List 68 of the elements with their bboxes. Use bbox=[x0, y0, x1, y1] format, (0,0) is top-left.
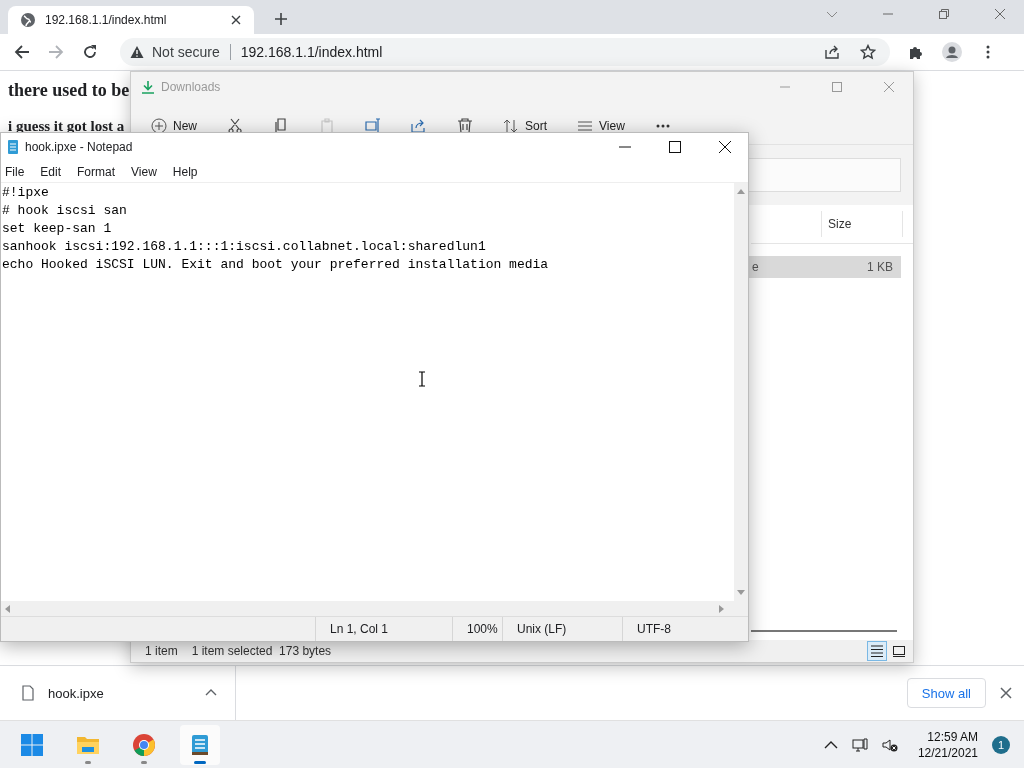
puzzle-icon[interactable] bbox=[908, 44, 924, 60]
file-icon bbox=[20, 685, 36, 701]
close-icon[interactable] bbox=[718, 140, 732, 154]
notification-badge[interactable]: 1 bbox=[992, 735, 1010, 754]
text-line: sanhook iscsi:192.168.1.1:::1:iscsi.collabnet.local:sharedlun1 bbox=[2, 238, 487, 256]
menu-item[interactable]: View bbox=[131, 164, 157, 179]
download-icon bbox=[141, 80, 155, 94]
text-line: set keep-san 1 bbox=[2, 220, 113, 238]
muted-speaker-icon[interactable] bbox=[881, 736, 898, 753]
page-text: there used to be bbox=[8, 80, 130, 101]
network-icon[interactable] bbox=[851, 736, 868, 753]
text-line: #!ipxe bbox=[2, 184, 50, 202]
column-header[interactable]: Size bbox=[821, 211, 903, 237]
menu-item[interactable]: File bbox=[5, 164, 25, 179]
status-text: 100% bbox=[452, 617, 502, 641]
browser-tab[interactable]: 192.168.1.1/index.html bbox=[8, 6, 254, 34]
notepad-taskbar-button[interactable] bbox=[180, 724, 220, 765]
menu-item[interactable]: Help bbox=[172, 164, 198, 179]
share-icon[interactable] bbox=[411, 118, 427, 134]
file-row[interactable]: e 1 KB bbox=[749, 256, 901, 278]
sort-button[interactable]: Sort bbox=[503, 118, 548, 134]
file-size: 1 KB bbox=[867, 260, 893, 274]
new-tab-icon[interactable] bbox=[274, 12, 288, 26]
scrollbar[interactable] bbox=[751, 630, 897, 632]
details-view-button[interactable] bbox=[867, 641, 887, 661]
menu-item[interactable]: Edit bbox=[40, 164, 62, 179]
maximize-icon[interactable] bbox=[668, 140, 682, 154]
tiles-view-icon bbox=[892, 644, 906, 658]
show-all-button[interactable]: Show all bbox=[906, 678, 986, 708]
address-bar[interactable]: Not secure 192.168.1.1/index.html bbox=[120, 38, 890, 66]
text-editor[interactable]: #!ipxe # hook iscsi san set keep-san 1 sanhook iscsi:192.168.1.1:::1:iscsi.collabnet.local:sharedlun1 echo Hooked iSCSI LUN. Exit and boot your preferred installation media bbox=[1, 183, 734, 601]
security-label[interactable]: Not secure bbox=[152, 44, 220, 60]
new-button[interactable]: New bbox=[151, 118, 197, 134]
item-count: 1 item bbox=[145, 644, 178, 658]
url-text: 192.168.1.1/index.html bbox=[240, 44, 383, 60]
menu-item[interactable]: Format bbox=[77, 164, 116, 179]
back-icon[interactable] bbox=[14, 44, 30, 60]
close-icon[interactable] bbox=[230, 14, 242, 26]
delete-icon[interactable] bbox=[457, 118, 473, 134]
window-title: Downloads bbox=[161, 80, 221, 94]
status-text: Unix (LF) bbox=[502, 617, 622, 641]
close-icon[interactable] bbox=[1000, 687, 1012, 699]
text-line: # hook iscsi san bbox=[2, 202, 128, 220]
file-name: e bbox=[752, 260, 759, 274]
share-icon[interactable] bbox=[824, 44, 840, 60]
lines-icon bbox=[577, 118, 594, 134]
profile-avatar-icon[interactable] bbox=[942, 42, 962, 62]
details-view-icon bbox=[870, 644, 884, 658]
cut-icon[interactable] bbox=[227, 118, 243, 134]
clock[interactable]: 12:59 AM 12/21/2021 bbox=[917, 728, 978, 761]
reload-icon[interactable] bbox=[82, 44, 98, 60]
warning-icon bbox=[130, 45, 144, 59]
rename-icon[interactable] bbox=[365, 118, 381, 134]
search-field[interactable] bbox=[747, 158, 901, 192]
text-line: echo Hooked iSCSI LUN. Exit and boot your preferred installation media bbox=[2, 256, 550, 274]
view-button[interactable]: View bbox=[577, 118, 625, 134]
status-text: Ln 1, Col 1 bbox=[315, 617, 452, 641]
windows-logo-icon bbox=[20, 732, 44, 757]
sort-arrows-icon bbox=[503, 118, 519, 134]
status-text: UTF-8 bbox=[622, 617, 748, 641]
star-icon[interactable] bbox=[860, 44, 876, 60]
window-title: hook.ipxe - Notepad bbox=[25, 140, 133, 154]
text-cursor-icon bbox=[418, 371, 426, 387]
restore-icon[interactable] bbox=[938, 8, 950, 20]
chrome-logo-icon bbox=[132, 732, 156, 757]
selection-info: 1 item selected 173 bytes bbox=[191, 644, 332, 658]
notepad-icon bbox=[5, 139, 21, 155]
plus-circle-icon bbox=[151, 118, 167, 134]
